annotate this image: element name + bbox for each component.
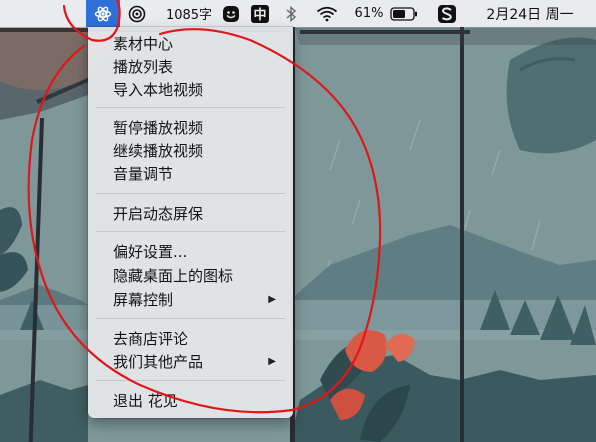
menu-item-import-local-video[interactable]: 导入本地视频 xyxy=(88,78,293,101)
submenu-arrow-icon: ▶ xyxy=(268,294,276,305)
app-dropdown-menu: 素材中心 播放列表 导入本地视频 暂停播放视频 继续播放视频 音量调节 开启动态… xyxy=(88,27,293,418)
menu-item-label: 素材中心 xyxy=(113,35,174,53)
menu-item-label: 屏幕控制 xyxy=(113,291,174,309)
input-method-label: 中 xyxy=(251,4,269,23)
menu-item-quit[interactable]: 退出 花见 xyxy=(88,389,293,412)
menu-item-pause-video[interactable]: 暂停播放视频 xyxy=(88,116,293,139)
record-status-item[interactable] xyxy=(124,0,150,27)
menu-item-label: 导入本地视频 xyxy=(113,81,204,99)
app-status-item[interactable] xyxy=(86,0,120,27)
menu-item-hide-desktop-icons[interactable]: 隐藏桌面上的图标 xyxy=(88,264,293,287)
menu-item-label: 偏好设置... xyxy=(113,243,188,261)
menu-item-label: 开启动态屏保 xyxy=(113,205,204,223)
menu-separator xyxy=(96,231,285,232)
emoji-status-item[interactable] xyxy=(220,0,242,27)
menu-item-asset-center[interactable]: 素材中心 xyxy=(88,32,293,55)
battery-status-item[interactable] xyxy=(388,0,420,27)
menu-item-label: 音量调节 xyxy=(113,165,174,183)
menu-item-preferences[interactable]: 偏好设置... xyxy=(88,240,293,263)
word-count-label: 1085字 xyxy=(165,8,213,23)
menu-item-volume[interactable]: 音量调节 xyxy=(88,162,293,185)
menu-item-label: 退出 花见 xyxy=(113,392,178,410)
submenu-arrow-icon: ▶ xyxy=(268,356,276,367)
sogou-status-item[interactable] xyxy=(434,0,460,27)
atom-icon xyxy=(94,6,112,21)
menu-item-label: 去商店评论 xyxy=(113,330,189,348)
menu-item-enable-live-screensaver[interactable]: 开启动态屏保 xyxy=(88,202,293,225)
menu-bar: 1085字 中 61% 2月24日 周一 xyxy=(0,0,596,27)
input-method-item[interactable]: 中 xyxy=(249,0,271,27)
menu-item-playlist[interactable]: 播放列表 xyxy=(88,55,293,78)
menu-separator xyxy=(96,380,285,381)
menu-item-label: 隐藏桌面上的图标 xyxy=(113,267,234,285)
clock-item[interactable]: 2月24日 周一 xyxy=(474,0,586,27)
bluetooth-icon xyxy=(286,5,297,22)
menu-separator xyxy=(96,107,285,108)
date-label: 2月24日 周一 xyxy=(486,6,574,23)
menu-item-label: 我们其他产品 xyxy=(113,353,204,371)
menu-item-label: 继续播放视频 xyxy=(113,142,204,160)
menu-item-label: 播放列表 xyxy=(113,58,174,76)
s-logo-icon xyxy=(438,4,456,23)
menu-item-other-products[interactable]: 我们其他产品 ▶ xyxy=(88,350,293,373)
menu-item-resume-video[interactable]: 继续播放视频 xyxy=(88,139,293,162)
battery-icon xyxy=(390,6,417,21)
menu-item-screen-control[interactable]: 屏幕控制 ▶ xyxy=(88,288,293,311)
wifi-status-item[interactable] xyxy=(313,0,341,27)
menu-separator xyxy=(96,193,285,194)
battery-percent-item[interactable]: 61% xyxy=(352,0,386,27)
menu-item-label: 暂停播放视频 xyxy=(113,119,204,137)
record-icon xyxy=(128,5,146,22)
battery-percent-label: 61% xyxy=(354,6,384,21)
menu-item-store-review[interactable]: 去商店评论 xyxy=(88,327,293,350)
word-count-item[interactable]: 1085字 xyxy=(160,0,218,27)
wifi-icon xyxy=(316,6,338,21)
smiley-icon xyxy=(223,5,239,22)
bluetooth-status-item[interactable] xyxy=(282,0,300,27)
menu-separator xyxy=(96,318,285,319)
